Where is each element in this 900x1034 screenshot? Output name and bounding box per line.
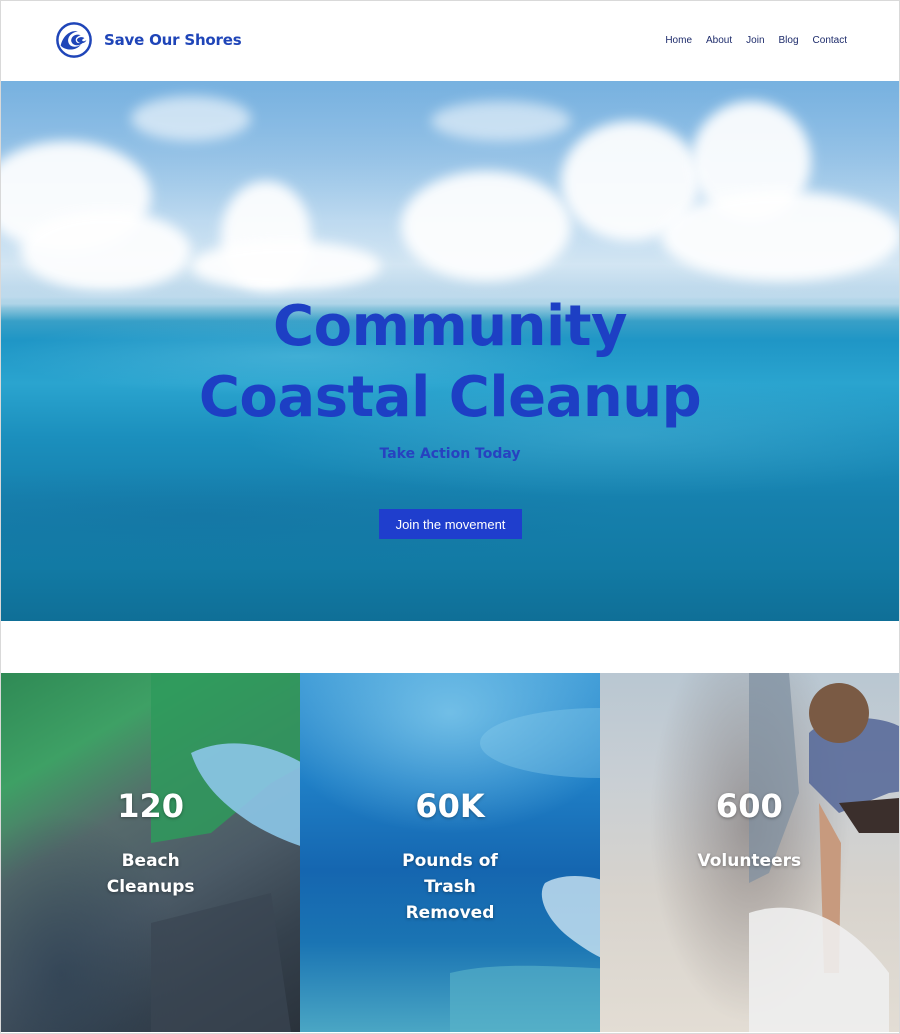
nav-home[interactable]: Home	[665, 35, 692, 46]
stat-label-volunteers: Volunteers	[697, 851, 802, 871]
nav-blog[interactable]: Blog	[779, 35, 799, 46]
cloud	[131, 96, 251, 141]
hero-subtitle: Take Action Today	[379, 446, 521, 462]
site-header: Save Our Shores Home About Join Blog Con…	[1, 1, 899, 80]
nav-contact[interactable]: Contact	[813, 35, 847, 46]
hero-title-line-2: Coastal Cleanup	[198, 365, 702, 430]
cloud	[431, 101, 571, 141]
stat-value-trash: 60K	[415, 787, 485, 825]
cloud	[21, 211, 191, 291]
cloud	[191, 241, 381, 291]
nav-join[interactable]: Join	[746, 35, 764, 46]
nav-about[interactable]: About	[706, 35, 732, 46]
stat-value-volunteers: 600	[715, 787, 783, 825]
brand-name: Save Our Shores	[104, 31, 242, 49]
wave-circle-icon	[56, 22, 92, 58]
stat-label-trash: Pounds of Trash Removed	[402, 851, 498, 923]
brand-logo-link[interactable]: Save Our Shores	[55, 21, 242, 59]
stats-section: 120 Beach Cleanups 60K Pounds of Trash R…	[1, 673, 899, 1032]
hero-title: Community Coastal Cleanup	[1, 291, 899, 433]
hero-title-line-1: Community	[273, 294, 627, 359]
stat-card-volunteers: 600 Volunteers	[599, 673, 899, 1032]
stat-value-cleanups: 120	[117, 787, 185, 825]
hero-section: Community Coastal Cleanup Take Action To…	[1, 81, 899, 621]
stat-label-cleanups: Beach Cleanups	[106, 851, 195, 897]
cloud	[401, 171, 571, 281]
join-the-movement-button[interactable]: Join the movement	[379, 509, 522, 539]
main-nav: Home About Join Blog Contact	[651, 35, 847, 46]
stat-card-beach-cleanups: 120 Beach Cleanups	[1, 673, 301, 1032]
stat-card-pounds-of-trash: 60K Pounds of Trash Removed	[300, 673, 600, 1032]
cloud	[661, 191, 899, 281]
